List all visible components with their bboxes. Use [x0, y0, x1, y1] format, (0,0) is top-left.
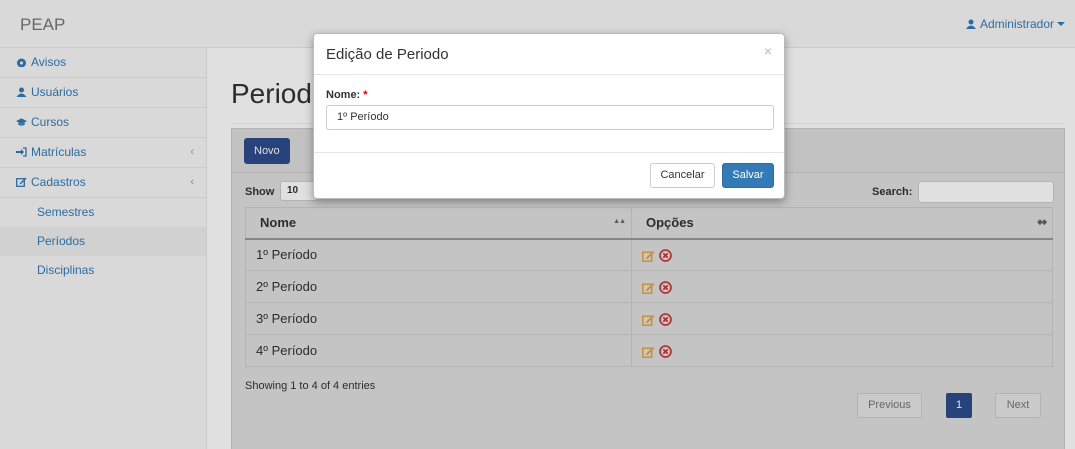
modal-footer-divider	[314, 152, 784, 153]
modal-title: Edição de Periodo	[326, 46, 449, 63]
close-icon[interactable]: ×	[764, 43, 772, 59]
modal-header-divider	[314, 74, 784, 75]
cancel-button[interactable]: Cancelar	[650, 163, 715, 188]
required-mark: *	[363, 89, 368, 101]
save-button[interactable]: Salvar	[722, 163, 774, 188]
edit-period-modal: Edição de Periodo × Nome: * 1º Período C…	[313, 33, 785, 199]
nome-field-label: Nome: *	[326, 89, 368, 101]
field-label-text: Nome:	[326, 89, 361, 101]
nome-input[interactable]: 1º Período	[326, 105, 774, 130]
